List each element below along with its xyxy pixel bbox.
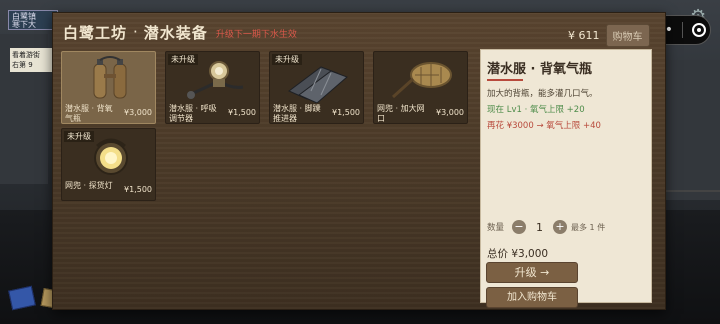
money-balance: ¥ 611 (568, 29, 600, 42)
item-detail-panel: 潜水服 · 背氧气瓶 加大的背瓶，能多灌几口气。 现在 Lv1 · 氧气上限 +… (480, 49, 652, 308)
upgrade-tag: 未升级 (272, 54, 302, 65)
detail-divider (487, 79, 523, 81)
detail-title: 潜水服 · 背氧气瓶 (487, 62, 592, 77)
item-price: ¥3,000 (436, 108, 464, 117)
street-sign-line: 寒下大 (12, 20, 36, 29)
quantity-label: 数量 (487, 223, 505, 233)
building (666, 60, 720, 200)
title-separator: · (133, 23, 138, 41)
notice-sign: 看着游街 右第 9 (10, 48, 52, 72)
upgrade-button[interactable]: 升级 → (486, 262, 578, 283)
add-to-cart-button[interactable]: 加入购物车 (486, 287, 578, 308)
quantity-stepper: 数量 − 1 + 最多 1 件 (487, 220, 605, 234)
item-name: 潜水服 · 呼吸调节器 (169, 104, 217, 123)
item-card-flippers[interactable]: 未升级 潜水服 · 脚蹼推进器 ¥1,500 (269, 51, 364, 124)
item-name: 潜水服 · 背氧气瓶 (65, 104, 113, 123)
item-card-lamp[interactable]: 未升级 网兜 · 探货灯 ¥1,500 (61, 128, 156, 201)
quantity-plus-button[interactable]: + (553, 220, 568, 234)
quantity-max: 最多 1 件 (571, 222, 606, 232)
money-box: ¥ 611 购物车 (568, 24, 650, 47)
shop-category: 潜水装备 (143, 23, 208, 42)
street-sign: 白鹭镇 寒下大 (8, 10, 58, 30)
item-price: ¥3,000 (124, 108, 152, 117)
item-card-oxygen-tank[interactable]: 潜水服 · 背氧气瓶 ¥3,000 (61, 51, 156, 124)
detail-next-level: 再花 ¥3000 → 氧气上限 +40 (487, 121, 601, 131)
item-card-regulator[interactable]: 未升级 潜水服 · 呼吸调节器 ¥1,500 (165, 51, 260, 124)
total-price: 总价 ¥3,000 (487, 248, 549, 260)
upgrade-notice: 升级下一期下水生效 (215, 30, 297, 40)
quantity-value: 1 (536, 220, 544, 234)
shop-name: 白鹭工坊 (63, 23, 128, 42)
item-price: ¥1,500 (332, 108, 360, 117)
shop-panel: 白鹭工坊 · 潜水装备 升级下一期下水生效 ¥ 611 购物车 潜水服 · 背氧… (52, 12, 666, 310)
oxygen-tank-icon (68, 56, 151, 104)
detail-current-level: 现在 Lv1 · 氧气上限 +20 (487, 105, 585, 115)
net-icon (380, 56, 463, 104)
notice-sign-line: 右第 9 (12, 61, 33, 69)
upgrade-tag: 未升级 (64, 131, 94, 142)
item-price: ¥1,500 (228, 108, 256, 117)
cart-button[interactable]: 购物车 (605, 24, 650, 47)
detail-description: 加大的背瓶，能多灌几口气。 (487, 89, 598, 99)
item-name: 潜水服 · 脚蹼推进器 (273, 104, 321, 123)
close-target-icon[interactable] (691, 23, 706, 37)
notice-sign-line: 看着游街 (12, 51, 40, 59)
upgrade-tag: 未升级 (168, 54, 198, 65)
item-card-net[interactable]: 网兜 · 加大网口 ¥3,000 (373, 51, 468, 124)
item-price: ¥1,500 (124, 185, 152, 194)
item-name: 网兜 · 探货灯 (65, 181, 113, 190)
quantity-minus-button[interactable]: − (512, 220, 527, 234)
item-name: 网兜 · 加大网口 (377, 104, 425, 123)
capsule-divider (682, 22, 684, 38)
